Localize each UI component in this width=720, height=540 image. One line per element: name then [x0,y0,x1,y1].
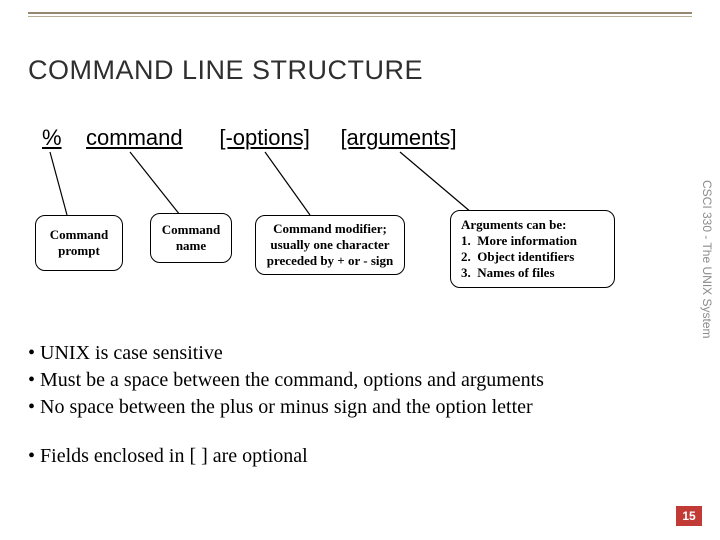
callout-arguments: Arguments can be: 1. More information 2.… [450,210,615,288]
bullet-group-1: • UNIX is case sensitive • Must be a spa… [28,340,680,421]
bullet-3: No space between the plus or minus sign … [40,396,533,418]
bullet-2: Must be a space between the command, opt… [40,369,544,391]
callout-args-item-1: More information [477,233,577,248]
callout-modifier: Command modifier; usually one character … [255,215,405,275]
syntax-prompt: % [42,125,62,151]
syntax-arguments: [arguments] [340,125,456,151]
callout-args-item-3: Names of files [477,265,554,280]
bullet-1: UNIX is case sensitive [40,342,223,364]
bullet-4: Fields enclosed in [ ] are optional [40,445,308,467]
callout-name-text: Command name [159,222,223,254]
callout-prompt-text: Command prompt [44,227,114,259]
slide: COMMAND LINE STRUCTURE % command [-optio… [0,0,720,540]
page-number: 15 [676,506,702,526]
callout-name: Command name [150,213,232,263]
top-rule [28,12,692,15]
bullet-group-2: • Fields enclosed in [ ] are optional [28,445,680,468]
side-course-label: CSCI 330 - The UNIX System [700,180,714,339]
callout-prompt: Command prompt [35,215,123,271]
callout-modifier-text: Command modifier; usually one character … [264,221,396,269]
syntax-line: % command [-options] [arguments] [42,125,457,151]
callout-args-title: Arguments can be: [461,217,604,233]
syntax-options: [-options] [219,125,310,151]
callout-args-item-2: Object identifiers [477,249,574,264]
syntax-command: command [86,125,183,151]
slide-title: COMMAND LINE STRUCTURE [28,55,423,86]
